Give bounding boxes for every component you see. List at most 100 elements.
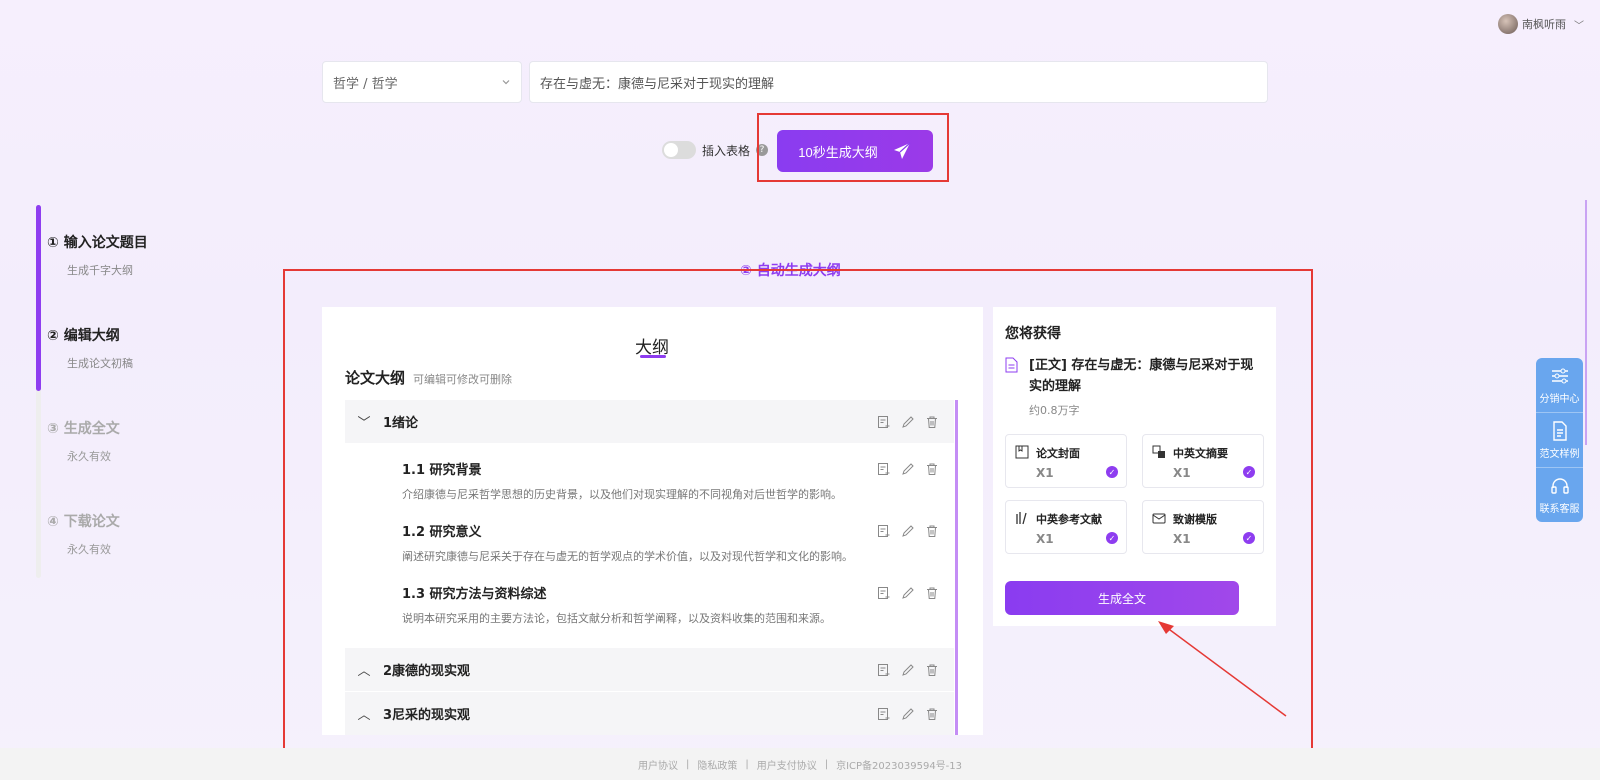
deliverables-title: 您将获得 (1005, 326, 1061, 342)
subject-select[interactable]: 哲学 / 哲学 (322, 61, 522, 103)
float-item-distribution[interactable]: 分销中心 (1536, 358, 1583, 413)
float-item-samples[interactable]: 范文样例 (1536, 413, 1583, 468)
step-4[interactable]: ④ 下载论文 永久有效 (47, 511, 120, 557)
step-3-sub: 永久有效 (67, 450, 111, 463)
outline-title-underline (640, 355, 666, 358)
step-1-title: ① 输入论文题目 (47, 235, 148, 251)
chapter-row[interactable]: ︿ 2康德的现实观 (345, 648, 954, 691)
outline-scrollbar[interactable] (955, 400, 958, 735)
deliverable-card-label: 中英参考文献 (1036, 513, 1102, 526)
sliders-icon (1551, 368, 1568, 384)
chapter-row[interactable]: ﹀ 1绪论 (345, 400, 954, 443)
section-desc: 介绍康德与尼采哲学思想的历史背景，以及他们对现实理解的不同视角对后世哲学的影响。 (402, 488, 842, 501)
section-item[interactable]: 1.3 研究方法与资料综述 说明本研究采用的主要方法论，包括文献分析和哲学阐释，… (402, 583, 954, 626)
deliverable-card-label: 中英文摘要 (1173, 447, 1228, 460)
float-item-label: 联系客服 (1539, 504, 1580, 515)
section-item[interactable]: 1.1 研究背景 介绍康德与尼采哲学思想的历史背景，以及他们对现实理解的不同视角… (402, 459, 954, 502)
outline-panel: 大纲 论文大纲 可编辑可修改可删除 ﹀ 1绪论 1.1 研究背景 介绍康德与尼采… (322, 307, 983, 735)
footer-link-privacy[interactable]: 隐私政策 (697, 757, 737, 772)
outline-hint: 可编辑可修改可删除 (413, 373, 513, 386)
deliverable-main-doc: [正文] 存在与虚无：康德与尼采对于现实的理解 (1029, 358, 1254, 394)
topic-input[interactable]: 存在与虚无：康德与尼采对于现实的理解 (529, 61, 1268, 103)
outline-subheader: 论文大纲 可编辑可修改可删除 (345, 367, 512, 388)
step-3-title: ③ 生成全文 (47, 421, 120, 437)
edit-icon[interactable] (900, 414, 916, 430)
step-1[interactable]: ① 输入论文题目 生成千字大纲 (47, 232, 148, 278)
deliverable-card: 中英文摘要 X1 ✓ (1142, 434, 1264, 488)
deliverable-card-count: X1 (1036, 466, 1054, 480)
trash-icon[interactable] (924, 414, 940, 430)
section-title: 1.1 研究背景 (402, 463, 482, 478)
deliverable-card: 致谢模版 X1 ✓ (1142, 500, 1264, 554)
deliverable-card-count: X1 (1036, 532, 1054, 546)
trash-icon[interactable] (924, 523, 940, 539)
check-icon: ✓ (1106, 466, 1118, 478)
check-icon: ✓ (1243, 466, 1255, 478)
outline-heading: 论文大纲 (345, 369, 406, 387)
step-2-title: ② 编辑大纲 (47, 328, 120, 344)
check-icon: ✓ (1106, 532, 1118, 544)
generate-full-text-button[interactable]: 生成全文 (1005, 581, 1239, 615)
cover-icon (1015, 445, 1029, 459)
deliverables-panel: 您将获得 [正文] 存在与虚无：康德与尼采对于现实的理解 约0.8万字 论文封面… (993, 307, 1276, 626)
edit-icon[interactable] (900, 662, 916, 678)
step-4-sub: 永久有效 (67, 543, 111, 556)
chapter-label: 1绪论 (383, 416, 419, 431)
add-item-icon[interactable] (876, 461, 892, 477)
float-item-support[interactable]: 联系客服 (1536, 468, 1583, 522)
edit-icon[interactable] (900, 706, 916, 722)
add-item-icon[interactable] (876, 585, 892, 601)
edit-icon[interactable] (900, 461, 916, 477)
insert-table-option: 插入表格 ? (662, 141, 769, 159)
trash-icon[interactable] (924, 706, 940, 722)
topic-input-value: 存在与虚无：康德与尼采对于现实的理解 (540, 76, 775, 92)
document-icon (1552, 421, 1567, 441)
annotation-box-generate (757, 113, 949, 182)
trash-icon[interactable] (924, 662, 940, 678)
add-item-icon[interactable] (876, 414, 892, 430)
chevron-up-icon[interactable]: ︿ (345, 704, 383, 723)
chapter-label: 2康德的现实观 (383, 664, 471, 679)
section-desc: 说明本研究采用的主要方法论，包括文献分析和哲学阐释，以及资料收集的范围和来源。 (402, 612, 831, 625)
deliverable-card-label: 论文封面 (1036, 447, 1080, 460)
float-item-label: 范文样例 (1539, 449, 1580, 460)
chevron-up-icon[interactable]: ︿ (345, 660, 383, 679)
step-2[interactable]: ② 编辑大纲 生成论文初稿 (47, 325, 133, 371)
insert-table-label: 插入表格 (702, 143, 751, 158)
step-4-title: ④ 下载论文 (47, 514, 120, 530)
chevron-down-icon[interactable]: ﹀ (345, 412, 383, 431)
translate-icon (1152, 445, 1165, 458)
deliverable-word-count: 约0.8万字 (1029, 404, 1080, 417)
edit-icon[interactable] (900, 523, 916, 539)
chapter-row[interactable]: ︿ 3尼采的现实观 (345, 692, 954, 735)
trash-icon[interactable] (924, 585, 940, 601)
section-item[interactable]: 1.2 研究意义 阐述研究康德与尼采关于存在与虚无的哲学观点的学术价值，以及对现… (402, 521, 954, 564)
footer-link-terms[interactable]: 用户协议 (638, 757, 678, 772)
footer-link-payment[interactable]: 用户支付协议 (757, 757, 817, 772)
add-item-icon[interactable] (876, 662, 892, 678)
add-item-icon[interactable] (876, 706, 892, 722)
chevron-down-icon (502, 80, 510, 85)
books-icon (1016, 512, 1027, 525)
document-icon (1005, 357, 1018, 373)
mail-icon (1152, 513, 1166, 524)
check-icon: ✓ (1243, 532, 1255, 544)
footer-divider: | (745, 758, 749, 770)
footer-divider: | (685, 758, 690, 770)
subject-select-value: 哲学 / 哲学 (333, 76, 398, 92)
add-item-icon[interactable] (876, 523, 892, 539)
right-scroll-indicator (1585, 200, 1587, 445)
footer: 用户协议 | 隐私政策 | 用户支付协议 | 京ICP备2023039594号-… (0, 748, 1600, 780)
deliverable-card-count: X1 (1173, 466, 1191, 480)
user-menu[interactable]: 南枫听雨 ﹀ (1498, 14, 1584, 34)
trash-icon[interactable] (924, 461, 940, 477)
footer-divider: | (824, 758, 829, 770)
step-3[interactable]: ③ 生成全文 永久有效 (47, 418, 120, 464)
deliverable-card: 论文封面 X1 ✓ (1005, 434, 1127, 488)
footer-icp[interactable]: 京ICP备2023039594号-13 (836, 757, 962, 772)
insert-table-toggle[interactable] (662, 141, 696, 159)
deliverable-card-count: X1 (1173, 532, 1191, 546)
chevron-down-icon: ﹀ (1574, 20, 1584, 32)
floating-menu: 分销中心 范文样例 联系客服 (1536, 358, 1583, 522)
edit-icon[interactable] (900, 585, 916, 601)
